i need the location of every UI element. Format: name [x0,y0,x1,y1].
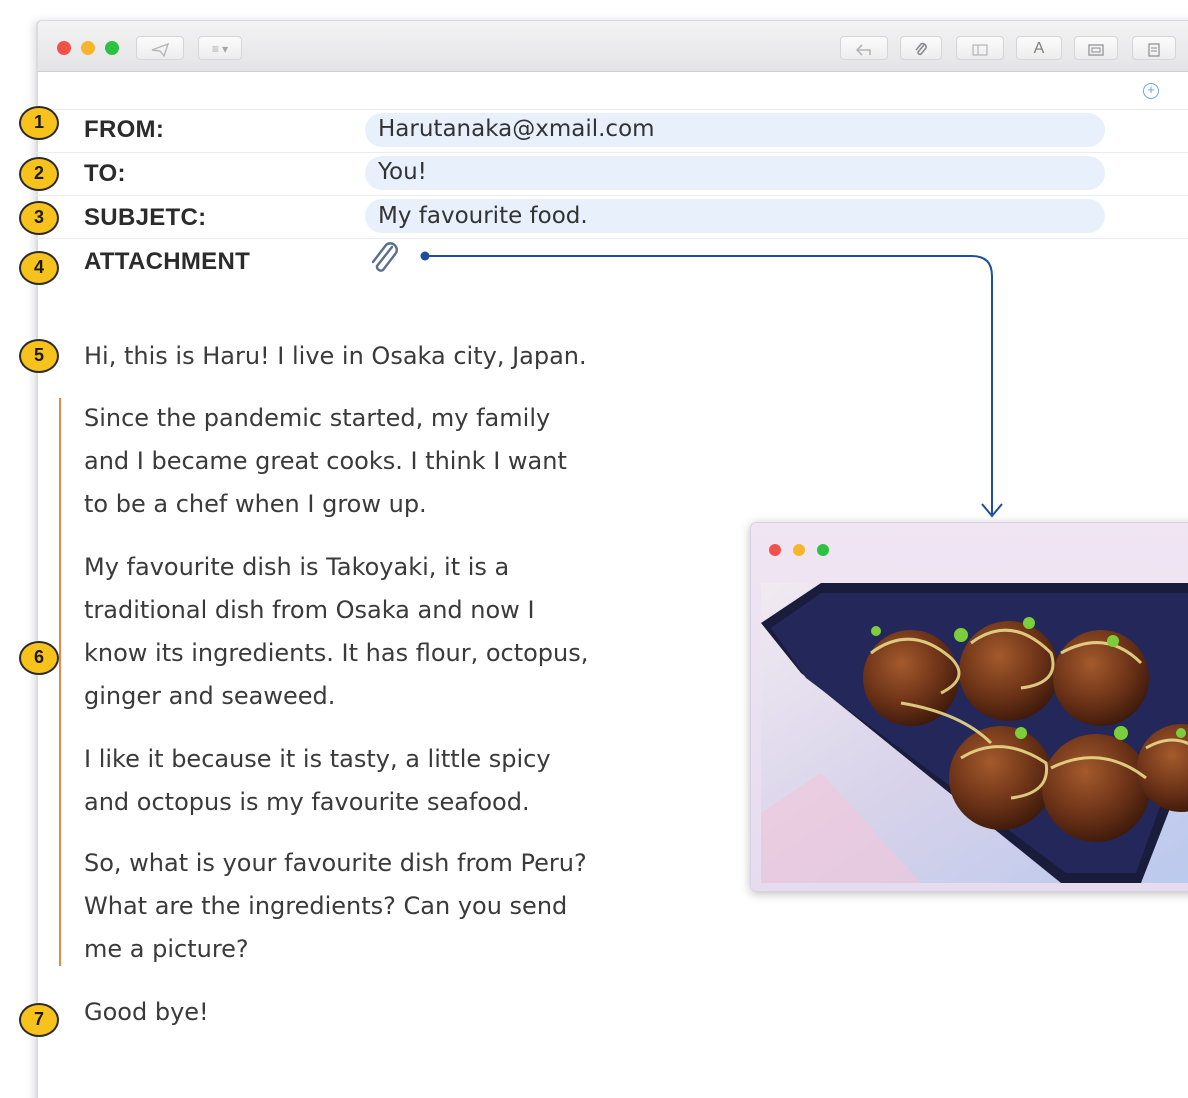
paragraph-2: My favourite dish is Takoyaki, it is a t… [84,546,588,718]
paragraph-3: I like it because it is tasty, a little … [84,738,551,824]
text-line: and octopus is my favourite seafood. [84,788,530,816]
zoom-window-button[interactable] [817,544,829,556]
quote-bar [59,398,61,966]
paragraph-4: So, what is your favourite dish from Per… [84,842,587,971]
text-line: Since the pandemic started, my family [84,404,551,432]
mail-compose-screen: ≡ ▾ A + 1 FROM: Harutanaka@xmail.com 2 T… [0,0,1188,1098]
close-window-button[interactable] [769,544,781,556]
text-line: know its ingredients. It has flour, octo… [84,639,589,667]
text-line: My favourite dish is Takoyaki, it is a [84,553,510,581]
text-line: to be a chef when I grow up. [84,490,427,518]
text-line: I like it because it is tasty, a little … [84,745,551,773]
text-line: What are the ingredients? Can you send [84,892,568,920]
attachment-preview-window[interactable] [750,522,1188,892]
step-badge: 5 [19,339,59,373]
text-line: ginger and seaweed. [84,682,336,710]
text-line: So, what is your favourite dish from Per… [84,849,587,877]
text-line: and I became great cooks. I think I want [84,447,567,475]
text-line: traditional dish from Osaka and now I [84,596,535,624]
text-line: me a picture? [84,935,249,963]
closing-text: Good bye! [84,998,209,1026]
step-badge: 7 [19,1003,59,1037]
paragraph-1: Since the pandemic started, my family an… [84,397,567,526]
takoyaki-photo [761,583,1188,883]
greeting-text: Hi, this is Haru! I live in Osaka city, … [84,342,587,370]
step-badge: 6 [19,641,59,675]
minimize-window-button[interactable] [793,544,805,556]
